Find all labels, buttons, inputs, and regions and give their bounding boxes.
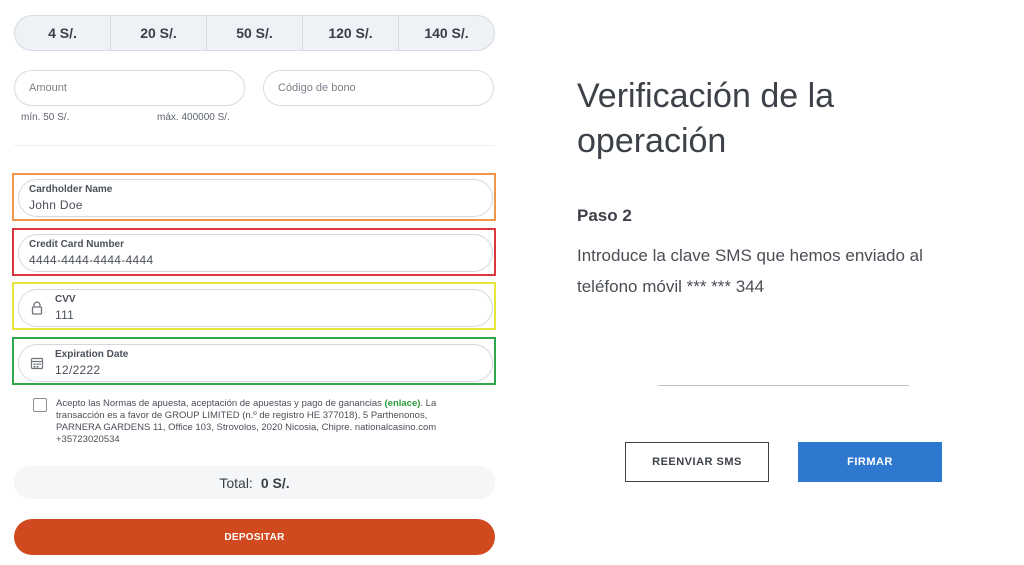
min-amount-hint: mín. 50 S/.	[21, 112, 70, 123]
terms-checkbox[interactable]	[33, 398, 47, 412]
amount-option-120[interactable]: 120 S/.	[303, 16, 399, 50]
divider	[14, 145, 495, 146]
sms-code-input[interactable]	[658, 385, 909, 386]
total-value: 0 S/.	[260, 474, 290, 491]
terms-prefix: Acepto las Normas de apuesta, aceptación…	[56, 398, 382, 409]
calendar-icon	[30, 357, 44, 370]
amount-option-20[interactable]: 20 S/.	[111, 16, 207, 50]
amount-option-50[interactable]: 50 S/.	[207, 16, 303, 50]
terms-text: Acepto las Normas de apuesta, aceptación…	[56, 398, 456, 446]
page: 4 S/. 20 S/. 50 S/. 120 S/. 140 S/. Amou…	[0, 0, 1024, 565]
lock-icon	[31, 301, 43, 315]
cvv-field[interactable]: CVV 111	[18, 289, 493, 327]
card-number-label: Credit Card Number	[29, 239, 125, 250]
cvv-value: 111	[55, 308, 75, 322]
total-label: Total:	[219, 474, 253, 491]
amount-options: 4 S/. 20 S/. 50 S/. 120 S/. 140 S/.	[14, 15, 495, 51]
terms-link[interactable]: (enlace)	[385, 398, 421, 409]
cardholder-name-field[interactable]: Cardholder Name John Doe	[18, 179, 493, 217]
verification-title: Verificación de la operación	[577, 77, 835, 160]
amount-input[interactable]: Amount	[14, 70, 245, 106]
cardholder-name-value: John Doe	[29, 198, 83, 212]
expiration-date-label: Expiration Date	[55, 349, 129, 360]
bonus-code-input[interactable]: Código de bono	[263, 70, 494, 106]
card-number-value: 4444-4444-4444-4444	[29, 253, 154, 267]
expiration-date-field[interactable]: Expiration Date 12/2222	[18, 344, 493, 382]
sign-button[interactable]: FIRMAR	[798, 442, 942, 482]
total-bar: Total: 0 S/.	[14, 466, 495, 499]
resend-sms-button[interactable]: REENVIAR SMS	[625, 442, 769, 482]
deposit-button[interactable]: DEPOSITAR	[14, 519, 495, 555]
step-label: Paso 2	[577, 206, 632, 225]
card-number-field[interactable]: Credit Card Number 4444-4444-4444-4444	[18, 234, 493, 272]
sms-instructions: Introduce la clave SMS que hemos enviado…	[577, 246, 923, 296]
amount-option-140[interactable]: 140 S/.	[399, 16, 494, 50]
max-amount-hint: máx. 400000 S/.	[157, 112, 230, 123]
expiration-date-value: 12/2222	[55, 363, 101, 377]
cvv-label: CVV	[55, 294, 76, 305]
cardholder-name-label: Cardholder Name	[29, 184, 113, 195]
amount-placeholder: Amount	[29, 82, 67, 94]
bonus-code-placeholder: Código de bono	[278, 82, 356, 94]
amount-option-4[interactable]: 4 S/.	[15, 16, 111, 50]
